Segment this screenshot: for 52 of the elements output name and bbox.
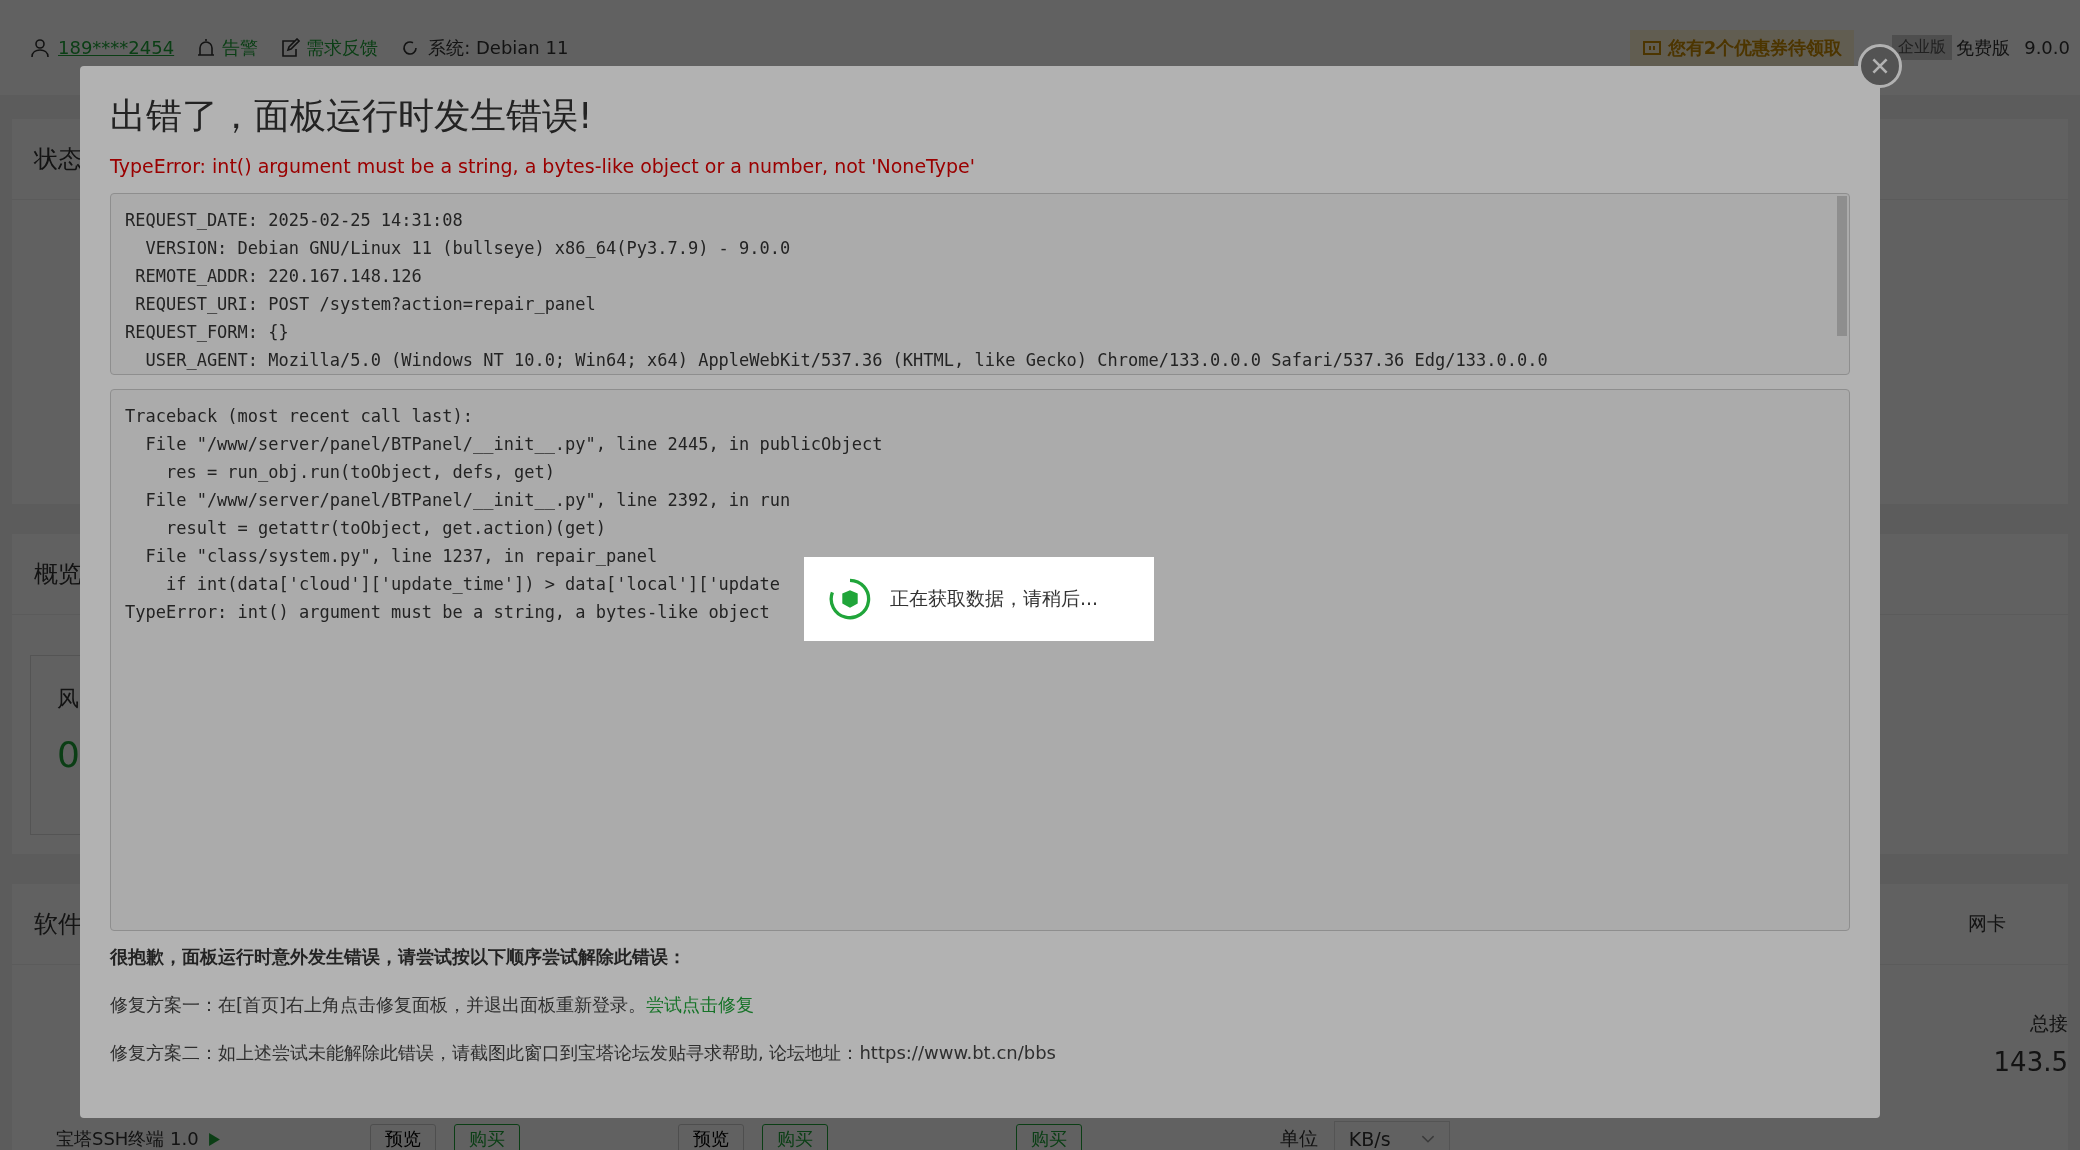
system-info: 系统: Debian 11 xyxy=(428,35,569,60)
version-label: 9.0.0 xyxy=(2024,37,2070,58)
error-message: TypeError: int() argument must be a string, a bytes-like object or a number, not 'NoneType' xyxy=(110,155,976,177)
code-line: File "/www/server/panel/BTPanel/__init__.py", line 2392, in run xyxy=(144,489,791,512)
total-value: 143.5 xyxy=(1993,1047,2068,1077)
alarm-icon xyxy=(196,37,217,58)
edit-icon xyxy=(280,37,301,58)
coupon-banner[interactable]: 您有2个优惠券待领取 xyxy=(1629,29,1855,66)
code-line: REQUEST_FORM: {} xyxy=(125,321,289,344)
code-line: if int(data['cloud']['update_time']) > data['local']['update xyxy=(164,573,781,596)
code-line: REMOTE_ADDR: 220.167.148.126 xyxy=(134,265,422,288)
header-link[interactable]: 需求反馈 xyxy=(306,35,379,60)
card-title: 概览 xyxy=(34,559,82,590)
code-line: REQUEST_DATE: 2025-02-25 14:31:08 xyxy=(125,209,463,232)
edition-label: 免费版 xyxy=(1956,35,2011,60)
code-line: File "class/system.py", line 1237, in repair_panel xyxy=(144,545,658,568)
fix-step: 修复方案一：在[首页]右上角点击修复面板，并退出面板重新登录。 xyxy=(110,994,647,1015)
buy-button[interactable]: 购买 xyxy=(1015,1124,1082,1150)
code-line: Traceback (most recent call last): xyxy=(125,405,473,428)
preview-button[interactable]: 预览 xyxy=(677,1124,744,1150)
tile-value: 0 xyxy=(57,734,81,775)
buy-button[interactable]: 购买 xyxy=(453,1124,520,1150)
loading-icon xyxy=(828,577,872,621)
caret-icon xyxy=(1420,1134,1435,1144)
header-link[interactable]: 告警 xyxy=(222,35,259,60)
buy-button[interactable]: 购买 xyxy=(761,1124,828,1150)
code-line: REQUEST_URI: POST /system?action=repair_panel xyxy=(134,293,596,316)
tile-label: 风 xyxy=(57,685,80,713)
code-line: result = getattr(toObject, get.action)(get) xyxy=(164,517,607,540)
user-link[interactable]: 189****2454 xyxy=(58,37,175,58)
play-icon xyxy=(208,1132,220,1146)
loading-message: 正在获取数据，请稍后... xyxy=(890,586,1099,611)
unit-label: 单位 xyxy=(1279,1126,1318,1150)
advice-text: 很抱歉，面板运行时意外发生错误，请尝试按以下顺序尝试解除此错误： xyxy=(110,945,687,969)
coupon-text: 您有2个优惠券待领取 xyxy=(1667,35,1843,60)
scrollbar[interactable] xyxy=(1837,196,1847,336)
code-line: File "/www/server/panel/BTPanel/__init__.py", line 2445, in publicObject xyxy=(144,433,883,456)
code-line: res = run_obj.run(toObject, defs, get) xyxy=(164,461,555,484)
code-line: TypeError: int() argument must be a string, a bytes-like object xyxy=(125,601,770,624)
code-line: USER_AGENT: Mozilla/5.0 (Windows NT 10.0; Win64; x64) AppleWebKit/537.36 (KHTML, like Gecko) Chrome/133.0.0.0 Safari/537.36 Edg/133.0.0.0 xyxy=(144,349,1548,372)
code-line: VERSION: Debian GNU/Linux 11 (bullseye) x86_64(Py3.7.9) - 9.0.0 xyxy=(144,237,791,260)
nic-label: 网卡 xyxy=(1968,911,2006,936)
unit-select[interactable]: KB/s xyxy=(1333,1121,1450,1150)
repair-link[interactable]: 尝试点击修复 xyxy=(646,994,755,1015)
software-name: 宝塔SSH终端 1.0 xyxy=(56,1127,199,1150)
card-title: 状态 xyxy=(34,144,82,175)
fix-step: 修复方案二：如上述尝试未能解除此错误，请截图此窗口到宝塔论坛发贴寻求帮助, 论坛地址：https://www.bt.cn/bbs xyxy=(110,1042,1056,1063)
dialog-title: 出错了，面板运行时发生错误! xyxy=(110,94,594,138)
card-title: 软件 xyxy=(34,909,82,940)
preview-button[interactable]: 预览 xyxy=(369,1124,436,1150)
total-label: 总接 xyxy=(2030,1011,2068,1036)
user-icon xyxy=(30,37,50,58)
